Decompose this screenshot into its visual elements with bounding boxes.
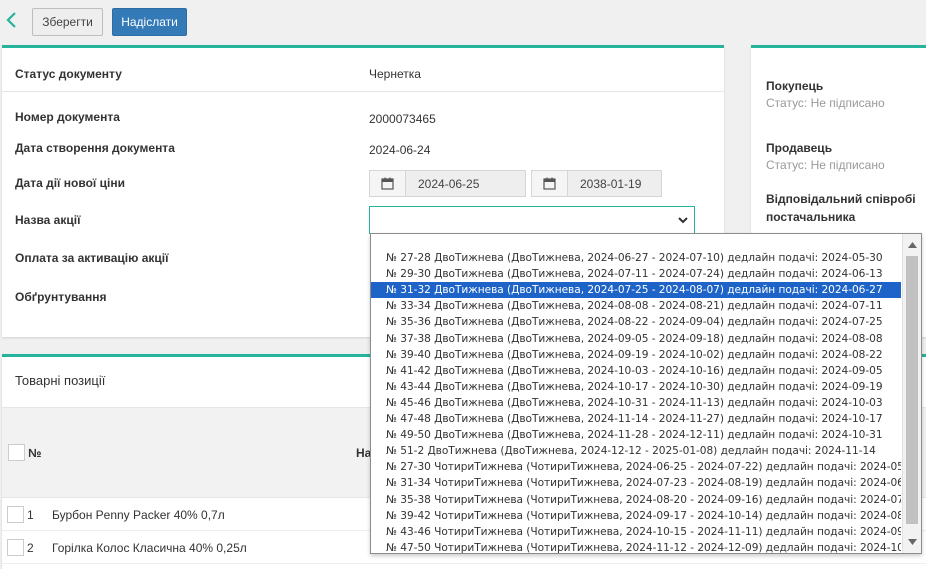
scroll-up-icon[interactable] [906, 238, 918, 252]
dropdown-option[interactable]: № 39-42 ЧотириТижнева (ЧотириТижнева, 20… [371, 508, 901, 524]
dropdown-option[interactable]: № 41-42 ДвоТижнева (ДвоТижнева, 2024-10-… [371, 363, 901, 379]
items-title: Товарні позиції [15, 373, 106, 388]
buyer-label: Покупець [766, 79, 824, 93]
row-number: 1 [27, 508, 34, 522]
calendar-icon[interactable] [532, 171, 568, 196]
calendar-icon[interactable] [370, 171, 406, 196]
dropdown-option[interactable]: № 37-38 ДвоТижнева (ДвоТижнева, 2024-09-… [371, 331, 901, 347]
price-date-to-field[interactable]: 2038-01-19 [531, 170, 662, 197]
dropdown-option[interactable]: № 31-32 ДвоТижнева (ДвоТижнева, 2024-07-… [371, 282, 901, 299]
price-date-from-value: 2024-06-25 [418, 176, 480, 191]
dropdown-option[interactable]: № 29-30 ДвоТижнева (ДвоТижнева, 2024-07-… [371, 266, 901, 282]
promo-select[interactable] [369, 206, 695, 234]
dropdown-option[interactable]: № 27-30 ЧотириТижнева (ЧотириТижнева, 20… [371, 459, 901, 475]
payment-label: Оплата за активацію акції [15, 251, 169, 265]
row-product-name: Горілка Колос Класична 40% 0,25л [52, 541, 247, 555]
divider [2, 91, 724, 92]
dropdown-option[interactable]: № 45-46 ДвоТижнева (ДвоТижнева, 2024-10-… [371, 395, 901, 411]
row-checkbox[interactable] [7, 506, 24, 523]
promo-dropdown-list[interactable]: № 27-28 ДвоТижнева (ДвоТижнева, 2024-06-… [370, 233, 922, 554]
row-number: 2 [27, 541, 34, 555]
dropdown-option[interactable]: № 35-36 ДвоТижнева (ДвоТижнева, 2024-08-… [371, 314, 901, 330]
dropdown-option[interactable]: № 47-50 ЧотириТижнева (ЧотириТижнева, 20… [371, 540, 901, 553]
responsible-label: Відповідальний співробі [766, 192, 916, 206]
number-label: Номер документа [15, 110, 120, 124]
column-no: № [28, 446, 42, 460]
scroll-down-icon[interactable] [906, 535, 918, 549]
number-value: 2000073465 [369, 112, 436, 126]
reason-label: Обґрунтування [15, 290, 107, 304]
dropdown-option[interactable]: № 33-34 ДвоТижнева (ДвоТижнева, 2024-08-… [371, 298, 901, 314]
chevron-down-icon[interactable] [676, 213, 690, 227]
dropdown-option[interactable]: № 47-48 ДвоТижнева (ДвоТижнева, 2024-11-… [371, 411, 901, 427]
dropdown-option[interactable]: № 43-46 ЧотириТижнева (ЧотириТижнева, 20… [371, 524, 901, 540]
responsible-label-cont: постачальника [766, 210, 856, 224]
save-button[interactable]: Зберегти [32, 8, 103, 36]
status-value: Чернетка [369, 67, 421, 81]
seller-status: Статус: Не підписано [766, 158, 885, 172]
dropdown-option[interactable]: № 51-2 ДвоТижнева (ДвоТижнева, 2024-12-1… [371, 443, 901, 459]
send-button[interactable]: Надіслати [112, 8, 187, 36]
toolbar: Зберегти Надіслати [0, 0, 926, 44]
row-checkbox[interactable] [7, 539, 24, 556]
promo-label: Назва акції [15, 213, 81, 227]
scrollbar[interactable] [902, 234, 921, 553]
dropdown-option[interactable]: № 43-44 ДвоТижнева (ДвоТижнева, 2024-10-… [371, 379, 901, 395]
scrollbar-thumb[interactable] [906, 256, 918, 524]
dropdown-option[interactable]: № 27-28 ДвоТижнева (ДвоТижнева, 2024-06-… [371, 250, 901, 266]
status-label: Статус документу [15, 67, 122, 81]
buyer-status: Статус: Не підписано [766, 96, 885, 110]
price-date-to-value: 2038-01-19 [580, 176, 642, 191]
created-date-value: 2024-06-24 [369, 143, 431, 157]
created-date-label: Дата створення документа [15, 141, 175, 155]
dropdown-option[interactable]: № 49-50 ДвоТижнева (ДвоТижнева, 2024-11-… [371, 427, 901, 443]
price-date-from-field[interactable]: 2024-06-25 [369, 170, 526, 197]
dropdown-option[interactable]: № 31-34 ЧотириТижнева (ЧотириТижнева, 20… [371, 475, 901, 491]
dropdown-option[interactable]: № 39-40 ДвоТижнева (ДвоТижнева, 2024-09-… [371, 347, 901, 363]
row-product-name: Бурбон Penny Packer 40% 0,7л [52, 508, 225, 522]
select-all-checkbox[interactable] [8, 444, 25, 461]
chevron-left-icon[interactable] [4, 10, 18, 30]
seller-label: Продавець [766, 141, 833, 155]
dropdown-option[interactable]: № 35-38 ЧотириТижнева (ЧотириТижнева, 20… [371, 492, 901, 508]
price-date-label: Дата дії нової ціни [15, 176, 125, 190]
